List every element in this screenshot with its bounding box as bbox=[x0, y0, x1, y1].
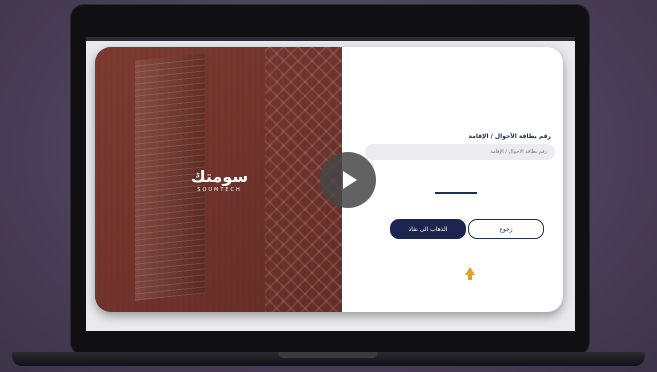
laptop-screen: سومتك SOUMTECH رقم بطاقة الأحوال / الإقا… bbox=[86, 37, 575, 331]
laptop-base-notch bbox=[278, 352, 378, 358]
arrow-up-icon-stem bbox=[468, 274, 472, 280]
id-number-label: رقم بطاقة الأحوال / الإقامة bbox=[468, 133, 552, 140]
play-icon bbox=[343, 171, 357, 189]
brand-name-arabic: سومتك bbox=[191, 167, 249, 186]
login-card: سومتك SOUMTECH رقم بطاقة الأحوال / الإقا… bbox=[95, 47, 563, 312]
back-button[interactable]: رجوع bbox=[468, 219, 544, 239]
brand-name-english: SOUMTECH bbox=[197, 187, 242, 193]
section-divider bbox=[435, 192, 477, 194]
id-number-input[interactable] bbox=[365, 144, 555, 160]
brand-logo: سومتك SOUMTECH bbox=[191, 167, 248, 193]
video-play-button[interactable] bbox=[320, 152, 376, 208]
screen-top-bar bbox=[86, 37, 575, 41]
go-to-nafath-button[interactable]: الذهاب الى نفاذ bbox=[390, 219, 466, 239]
login-form: رقم بطاقة الأحوال / الإقامة رجوع الذهاب … bbox=[355, 47, 563, 312]
hero-image-panel: سومتك SOUMTECH bbox=[95, 47, 345, 312]
